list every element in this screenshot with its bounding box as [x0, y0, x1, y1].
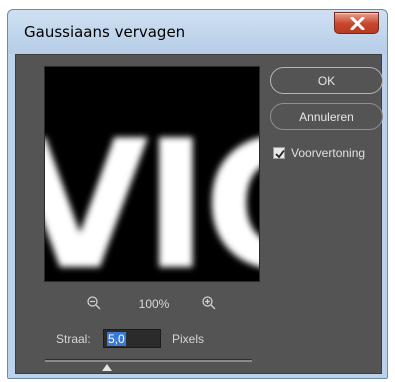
close-button[interactable]: [334, 12, 379, 34]
radius-input[interactable]: 5,0: [103, 329, 161, 348]
preview-checkbox[interactable]: [273, 147, 285, 159]
title-bar[interactable]: Gaussiaans vervagen: [8, 10, 387, 54]
dialog-body: VIC 100% Straal: 5,0 Pixels: [15, 54, 383, 374]
radius-slider-track[interactable]: [45, 359, 252, 362]
preview-pane[interactable]: VIC: [44, 66, 260, 282]
ok-button[interactable]: OK: [270, 67, 383, 94]
zoom-controls: 100%: [44, 295, 260, 313]
cancel-button[interactable]: Annuleren: [270, 103, 383, 130]
zoom-out-button[interactable]: [86, 295, 102, 314]
preview-checkbox-label: Voorvertoning: [291, 146, 366, 160]
blurred-preview-image: VIC: [45, 67, 260, 282]
zoom-in-button[interactable]: [201, 295, 217, 314]
close-icon: [350, 17, 365, 30]
radius-value: 5,0: [107, 332, 126, 346]
radius-unit: Pixels: [172, 332, 205, 346]
gaussian-blur-dialog: Gaussiaans vervagen VIC: [7, 9, 388, 379]
zoom-level: 100%: [138, 297, 170, 311]
radius-label: Straal:: [56, 332, 91, 346]
svg-text:VIC: VIC: [45, 102, 260, 282]
zoom-in-icon: [202, 296, 216, 310]
zoom-out-icon: [87, 296, 101, 310]
dialog-title: Gaussiaans vervagen: [24, 23, 186, 41]
radius-slider-thumb[interactable]: [102, 364, 113, 371]
checkmark-icon: [275, 149, 285, 159]
